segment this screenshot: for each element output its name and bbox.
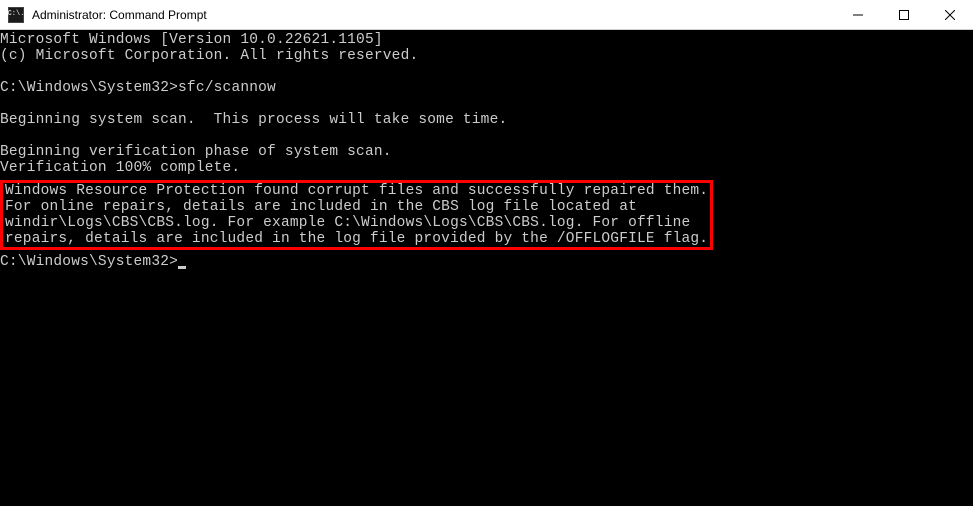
output-line: (c) Microsoft Corporation. All rights re… <box>0 48 418 64</box>
output-line: windir\Logs\CBS\CBS.log. For example C:\… <box>5 215 690 231</box>
cmd-icon: C:\. <box>8 7 24 23</box>
output-line: repairs, details are included in the log… <box>5 231 708 247</box>
output-line: For online repairs, details are included… <box>5 199 637 215</box>
minimize-button[interactable] <box>835 0 881 29</box>
cursor <box>178 266 186 269</box>
output-line: Verification 100% complete. <box>0 160 240 176</box>
minimize-icon <box>853 10 863 20</box>
close-button[interactable] <box>927 0 973 29</box>
terminal-area[interactable]: Microsoft Windows [Version 10.0.22621.11… <box>0 30 973 506</box>
titlebar-left: C:\. Administrator: Command Prompt <box>0 7 207 23</box>
prompt-path: C:\Windows\System32> <box>0 254 178 270</box>
close-icon <box>945 10 955 20</box>
titlebar: C:\. Administrator: Command Prompt <box>0 0 973 30</box>
prompt-path: C:\Windows\System32> <box>0 80 178 96</box>
output-line: Microsoft Windows [Version 10.0.22621.11… <box>0 32 383 48</box>
maximize-button[interactable] <box>881 0 927 29</box>
highlight-box: Windows Resource Protection found corrup… <box>0 180 713 250</box>
output-line: Windows Resource Protection found corrup… <box>5 183 708 199</box>
window-title: Administrator: Command Prompt <box>32 8 207 22</box>
command-text: sfc/scannow <box>178 80 276 96</box>
maximize-icon <box>899 10 909 20</box>
output-line: Beginning verification phase of system s… <box>0 144 392 160</box>
output-line: Beginning system scan. This process will… <box>0 112 507 128</box>
window-controls <box>835 0 973 29</box>
